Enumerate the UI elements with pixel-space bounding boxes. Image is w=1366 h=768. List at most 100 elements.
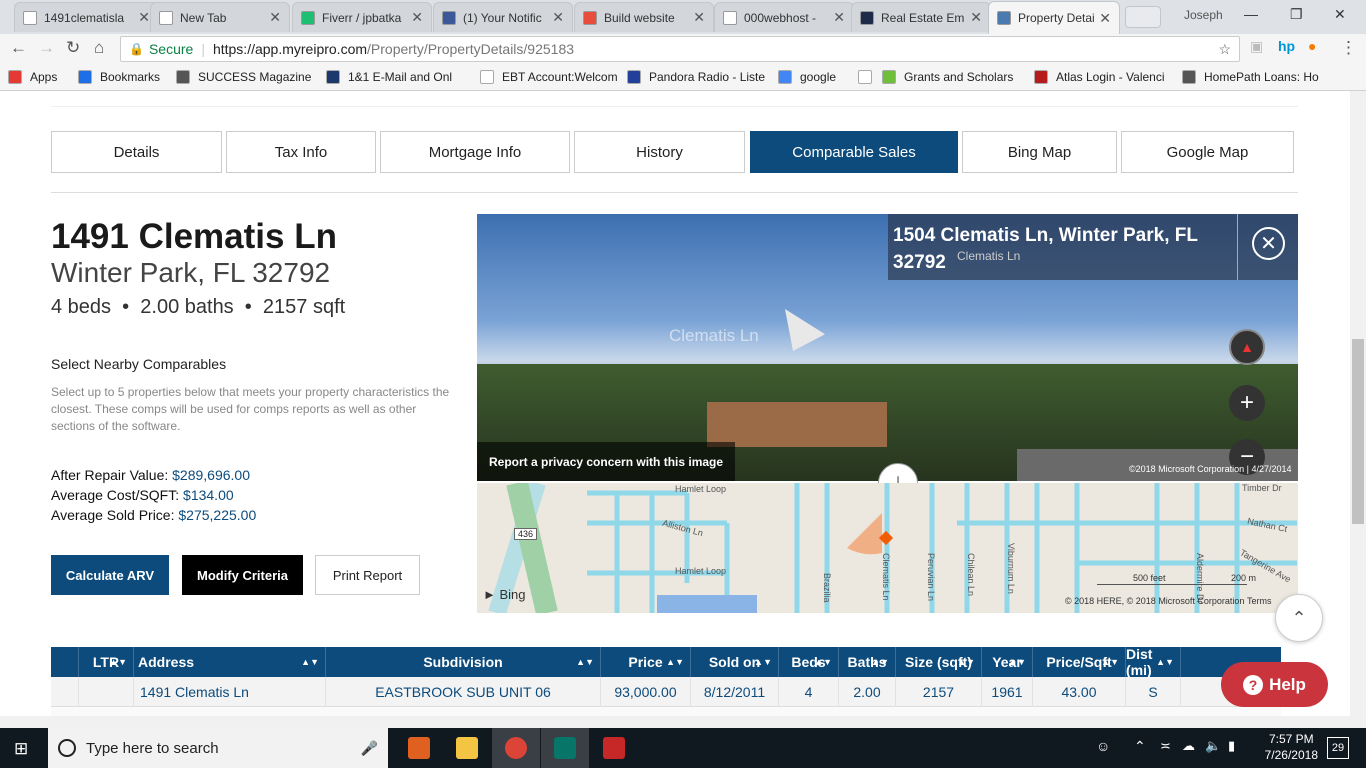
menu-icon[interactable]: ⋮ <box>1340 38 1357 58</box>
zoom-in-icon[interactable]: + <box>1229 385 1265 421</box>
bookmark-item[interactable]: EBT Account:Welcom <box>480 70 618 84</box>
publisher-icon[interactable] <box>541 728 589 768</box>
star-icon[interactable]: ☆ <box>1218 41 1231 58</box>
bookmark-item[interactable]: SUCCESS Magazine <box>176 70 311 84</box>
column-header[interactable]: Size (sqft) ▲▼ <box>896 647 982 677</box>
tab-close-icon[interactable]: ✕ <box>411 9 423 26</box>
browser-tab[interactable]: Build website ✕ <box>574 2 714 32</box>
table-row[interactable]: 1491 Clematis Ln EASTBROOK SUB UNIT 06 93,… <box>51 677 1281 707</box>
back-icon[interactable]: ← <box>10 38 27 58</box>
forward-icon[interactable]: → <box>38 38 55 58</box>
column-header[interactable]: Beds ▲▼ <box>779 647 839 677</box>
scroll-top-button[interactable]: ⌃ <box>1275 594 1323 642</box>
extension-icon[interactable]: ● <box>1308 38 1316 54</box>
tab-history[interactable]: History <box>574 131 745 173</box>
tray-chevron-icon[interactable]: ⌃ <box>1134 738 1146 755</box>
pdf-extension-icon[interactable]: ▣ <box>1250 38 1263 55</box>
store-app-icon[interactable] <box>395 728 443 768</box>
horizontal-scrollbar[interactable] <box>0 716 1366 728</box>
battery-icon[interactable]: ▮ <box>1228 738 1235 754</box>
volume-icon[interactable]: 🔈 <box>1205 738 1221 754</box>
reload-icon[interactable]: ↻ <box>66 38 80 58</box>
bookmark-icon <box>858 70 872 84</box>
taskbar-search-box[interactable]: Type here to search 🎤 <box>48 728 388 768</box>
tab-tax-info[interactable]: Tax Info <box>226 131 376 173</box>
bookmark-item[interactable]: google <box>778 70 836 84</box>
tab-google-map[interactable]: Google Map <box>1121 131 1294 173</box>
browser-tab[interactable]: Fiverr / jpbatka ✕ <box>292 2 432 32</box>
bookmark-item[interactable]: Pandora Radio - Liste <box>627 70 765 84</box>
maximize-icon[interactable]: ❐ <box>1290 6 1303 23</box>
minimize-icon[interactable]: — <box>1244 6 1258 22</box>
tab-close-icon[interactable]: ✕ <box>552 9 564 26</box>
tab-close-icon[interactable]: ✕ <box>833 9 845 26</box>
new-tab-button[interactable] <box>1125 6 1161 28</box>
streetside-photo[interactable]: Clematis Ln 1504 Clematis Ln, Winter Par… <box>477 214 1298 481</box>
compass-icon[interactable]: ▲ <box>1229 329 1265 365</box>
url-path: /Property/PropertyDetails/925183 <box>367 41 575 57</box>
tab-details[interactable]: Details <box>51 131 222 173</box>
taskbar-clock[interactable]: 7:57 PM 7/26/2018 <box>1265 731 1318 763</box>
column-header[interactable]: LTR ▲▼ <box>79 647 134 677</box>
stat-arv: After Repair Value: $289,696.00 <box>51 467 250 483</box>
help-button[interactable]: ? Help <box>1221 662 1328 707</box>
privacy-link[interactable]: Report a privacy concern with this image <box>477 442 735 481</box>
column-header[interactable]: Price/Sqft ▲▼ <box>1033 647 1126 677</box>
profile-name[interactable]: Joseph <box>1184 8 1223 22</box>
wifi-icon[interactable]: ≍ <box>1160 738 1171 754</box>
home-icon[interactable]: ⌂ <box>94 38 104 58</box>
hp-extension-icon[interactable]: hp <box>1278 38 1295 54</box>
bookmark-item[interactable]: Grants and Scholars <box>882 70 1013 84</box>
windows-start-icon[interactable]: ⊞ <box>14 739 28 759</box>
tab-close-icon[interactable]: ✕ <box>970 9 982 26</box>
modify-criteria-button[interactable]: Modify Criteria <box>182 555 303 595</box>
bookmark-item[interactable]: HomePath Loans: Ho <box>1182 70 1319 84</box>
tab-close-icon[interactable]: ✕ <box>693 9 705 26</box>
bing-map[interactable]: Hamlet Loop Alliston Ln Hamlet Loop 436 … <box>477 483 1298 613</box>
column-header[interactable]: Baths ▲▼ <box>839 647 896 677</box>
column-header[interactable]: Sold on ▲▼ <box>691 647 779 677</box>
address-bar[interactable]: 🔒 Secure | https://app.myreipro.com/Prop… <box>120 36 1240 62</box>
page-scrollbar[interactable] <box>1350 91 1366 716</box>
column-header[interactable]: Subdivision ▲▼ <box>326 647 601 677</box>
chrome-icon[interactable] <box>492 728 540 768</box>
table-cell[interactable]: 1491 Clematis Ln <box>134 677 326 707</box>
browser-tab[interactable]: (1) Your Notific ✕ <box>433 2 573 32</box>
tab-close-icon[interactable]: ✕ <box>269 9 281 26</box>
browser-tab[interactable]: 1491clematisla ✕ <box>14 2 159 32</box>
column-header[interactable]: Price ▲▼ <box>601 647 691 677</box>
browser-tab[interactable]: 000webhost - ✕ <box>714 2 854 32</box>
bookmark-item[interactable]: 1&1 E-Mail and Onl <box>326 70 452 84</box>
file-explorer-icon[interactable] <box>443 728 491 768</box>
cloud-icon[interactable]: ☁ <box>1182 738 1195 754</box>
browser-tab[interactable]: Property Detail ✕ <box>988 1 1120 34</box>
tab-close-icon[interactable]: ✕ <box>1099 10 1111 27</box>
notification-badge[interactable]: 29 <box>1327 737 1349 759</box>
browser-tab[interactable]: New Tab ✕ <box>150 2 290 32</box>
search-placeholder: Type here to search <box>86 739 219 757</box>
browser-tab[interactable]: Real Estate Em ✕ <box>851 2 991 32</box>
column-header[interactable]: Year ▲▼ <box>982 647 1033 677</box>
bookmark-item[interactable]: Bookmarks <box>78 70 160 84</box>
column-header[interactable]: Address ▲▼ <box>134 647 326 677</box>
bookmark-item[interactable]: Atlas Login - Valenci <box>1034 70 1165 84</box>
column-header[interactable] <box>51 647 79 677</box>
calculate-arv-button[interactable]: Calculate ARV <box>51 555 169 595</box>
tab-mortgage-info[interactable]: Mortgage Info <box>380 131 570 173</box>
people-icon[interactable]: ☺ <box>1096 738 1110 754</box>
tab-comparable-sales[interactable]: Comparable Sales <box>750 131 958 173</box>
tab-close-icon[interactable]: ✕ <box>138 9 150 26</box>
close-icon[interactable]: ✕ <box>1252 227 1285 260</box>
close-window-icon[interactable]: ✕ <box>1334 6 1346 23</box>
map-terms[interactable]: Terms <box>1247 596 1272 606</box>
table-cell: EASTBROOK SUB UNIT 06 <box>326 677 601 707</box>
pdf-app-icon[interactable] <box>590 728 638 768</box>
tab-bing-map[interactable]: Bing Map <box>962 131 1117 173</box>
navigation-arrow-icon[interactable] <box>785 309 825 351</box>
print-report-button[interactable]: Print Report <box>315 555 420 595</box>
bookmark-item[interactable]: Apps <box>8 70 57 84</box>
column-header[interactable]: Dist (mi) ▲▼ <box>1126 646 1181 678</box>
microphone-icon[interactable]: 🎤 <box>361 740 378 757</box>
bookmark-item[interactable] <box>858 70 880 84</box>
sort-icon: ▲▼ <box>871 657 889 667</box>
